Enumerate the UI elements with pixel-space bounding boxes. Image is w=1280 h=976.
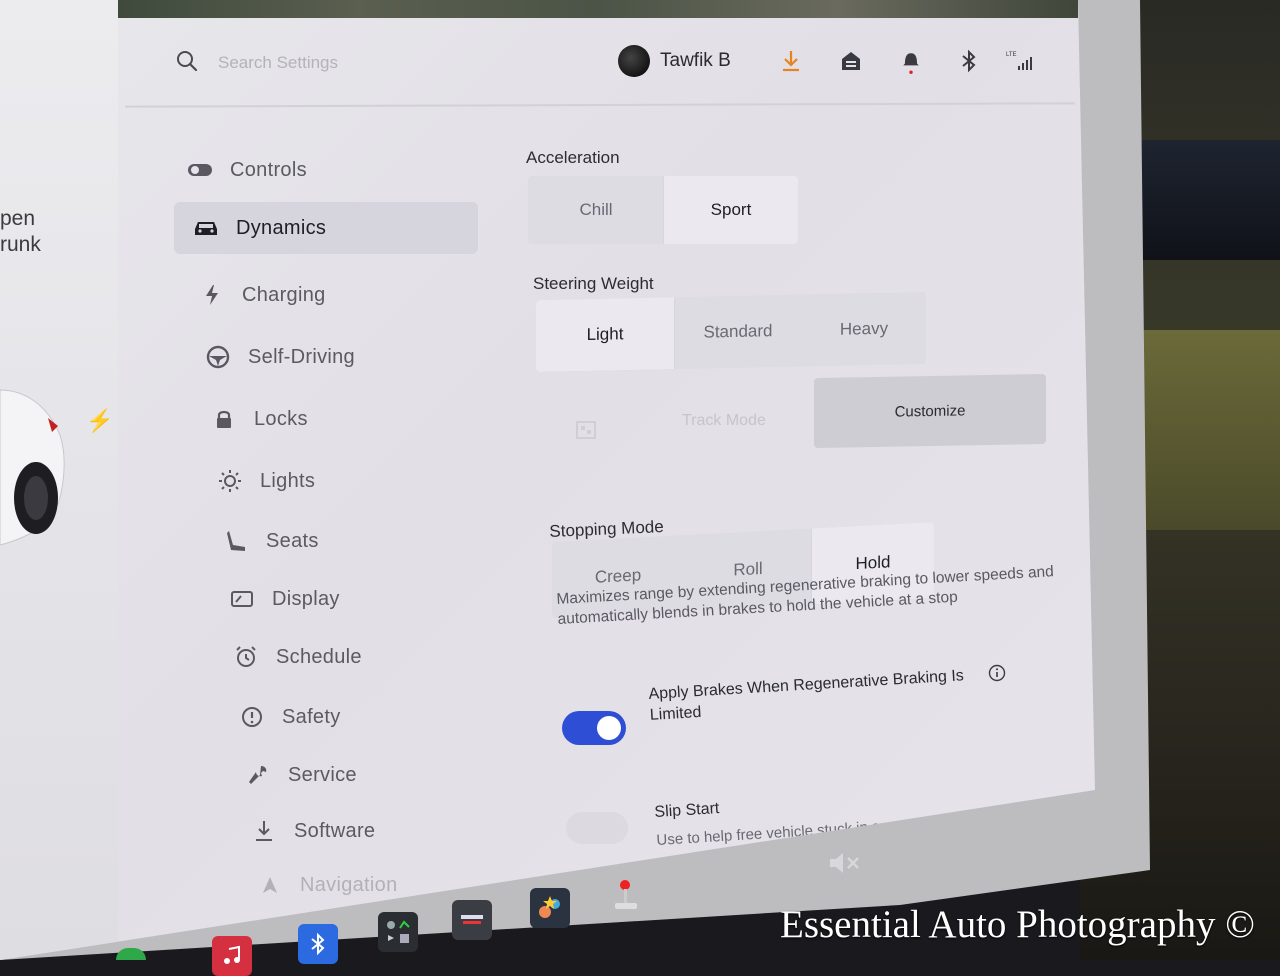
sidebar-item-display[interactable]: Display <box>228 576 340 622</box>
sidebar-item-label: Lights <box>260 469 316 492</box>
alert-circle-icon <box>238 703 266 731</box>
bluetooth-icon[interactable] <box>956 48 982 74</box>
car-icon <box>192 214 220 242</box>
steering-weight-selector[interactable]: Light Standard Heavy <box>536 291 926 373</box>
sidebar-item-locks[interactable]: Locks <box>210 396 308 442</box>
apply-brakes-label: Apply Brakes When Regenerative Braking I… <box>648 667 965 724</box>
acceleration-selector[interactable]: Chill Sport <box>528 176 798 244</box>
steering-option-standard[interactable]: Standard <box>674 295 802 370</box>
download-icon <box>250 817 278 845</box>
info-icon[interactable] <box>988 664 1006 682</box>
phone-icon[interactable] <box>116 948 146 960</box>
steering-option-heavy[interactable]: Heavy <box>802 292 926 367</box>
taskbar <box>0 860 900 976</box>
sun-icon <box>216 467 244 495</box>
sidebar-item-label: Seats <box>266 529 319 552</box>
sidebar-item-seats[interactable]: Seats <box>222 518 319 564</box>
sidebar-item-schedule[interactable]: Schedule <box>232 634 362 680</box>
header-divider <box>124 102 1076 108</box>
display-icon <box>228 585 256 613</box>
sidebar-item-safety[interactable]: Safety <box>238 694 341 740</box>
avatar[interactable] <box>618 45 650 77</box>
joystick-icon[interactable] <box>606 876 646 916</box>
acceleration-option-sport[interactable]: Sport <box>664 176 798 244</box>
alarm-clock-icon <box>232 643 260 671</box>
sidebar-item-label: Display <box>272 587 340 610</box>
toggle-icon <box>186 156 214 184</box>
sidebar-item-label: Dynamics <box>236 216 327 239</box>
sidebar-item-label: Safety <box>282 705 341 728</box>
sidebar-item-software[interactable]: Software <box>250 808 375 854</box>
customize-button[interactable]: Customize <box>814 373 1046 449</box>
sidebar-item-charging[interactable]: Charging <box>198 272 326 318</box>
garage-icon[interactable] <box>838 48 864 74</box>
lock-icon <box>210 405 238 433</box>
sidebar-item-label: Schedule <box>276 645 362 668</box>
watermark: Essential Auto Photography © <box>780 903 1255 946</box>
open-trunk-button[interactable]: pen runk <box>0 206 41 258</box>
download-icon[interactable] <box>778 48 804 74</box>
car-image <box>0 389 65 546</box>
bell-icon[interactable] <box>898 48 924 74</box>
sidebar-item-label: Service <box>288 763 357 786</box>
steering-option-light[interactable]: Light <box>536 297 674 373</box>
bolt-icon <box>198 281 226 309</box>
background-window <box>1140 330 1280 530</box>
sidebar-item-controls[interactable]: Controls <box>186 147 307 193</box>
map-strip <box>118 0 1078 18</box>
toggle-knob <box>597 716 621 740</box>
volume-mute-icon[interactable] <box>828 850 864 876</box>
acceleration-title: Acceleration <box>526 148 620 167</box>
acceleration-option-chill[interactable]: Chill <box>528 176 664 244</box>
trunk-label-line1: pen <box>0 207 36 230</box>
seat-icon <box>222 527 250 555</box>
sidebar-item-label: Charging <box>242 283 326 306</box>
apply-brakes-toggle[interactable] <box>562 711 626 745</box>
sidebar-item-label: Software <box>294 819 376 842</box>
sidebar-item-label: Locks <box>254 407 308 430</box>
sidebar-item-label: Self-Driving <box>248 345 355 368</box>
sidebar-item-dynamics[interactable]: Dynamics <box>174 202 478 254</box>
svg-text:LTE: LTE <box>1006 52 1017 58</box>
wrench-icon <box>244 761 272 789</box>
sidebar-item-service[interactable]: Service <box>244 752 357 798</box>
toybox-icon[interactable] <box>452 900 492 940</box>
sidebar-item-label: Controls <box>230 158 307 181</box>
music-icon[interactable] <box>212 936 252 976</box>
sidebar-item-lights[interactable]: Lights <box>216 458 315 504</box>
track-mode-label[interactable]: Track Mode <box>682 412 766 430</box>
profile-name[interactable]: Tawfik B <box>660 50 731 72</box>
bluetooth-app-icon[interactable] <box>298 924 338 964</box>
steering-wheel-icon <box>204 343 232 371</box>
arcade-icon[interactable] <box>530 888 570 928</box>
slip-start-toggle[interactable] <box>566 812 628 844</box>
trunk-label-line2: runk <box>0 233 41 256</box>
charge-port-bolt-icon[interactable]: ⚡ <box>86 408 113 434</box>
search-input[interactable] <box>216 48 440 78</box>
search-icon[interactable] <box>174 48 200 74</box>
lte-signal-icon: LTE <box>1006 52 1032 70</box>
apps-launcher-icon[interactable] <box>378 912 418 952</box>
slip-start-title: Slip Start <box>654 800 720 821</box>
track-mode-icon <box>576 421 596 439</box>
background-window-dark <box>1140 140 1280 260</box>
steering-weight-title: Steering Weight <box>533 274 654 293</box>
sidebar-item-self-driving[interactable]: Self-Driving <box>204 334 355 380</box>
